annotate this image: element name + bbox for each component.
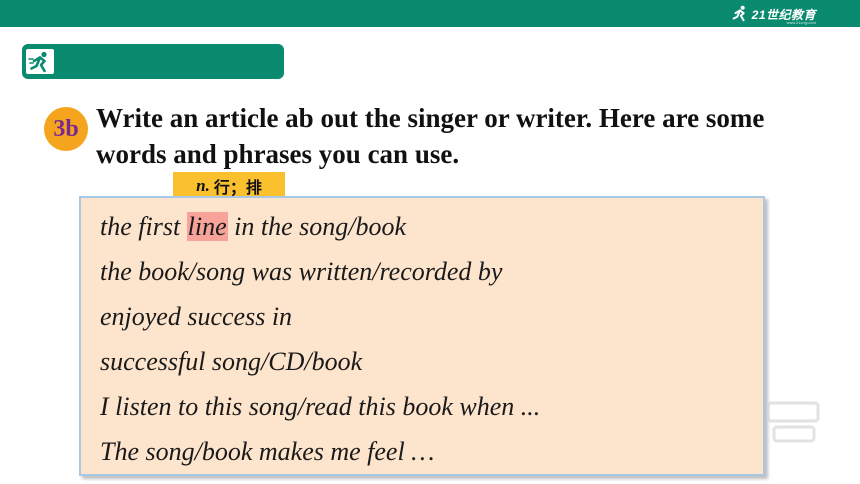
- highlighted-word: line: [186, 212, 228, 241]
- phrase-item: successful song/CD/book: [100, 347, 363, 376]
- runner-icon: [28, 51, 47, 72]
- phrase-text: in the song/book: [227, 212, 407, 241]
- brand-url: www.21cnjy.com: [786, 20, 817, 25]
- phrase-item: I listen to this song/read this book whe…: [100, 392, 541, 421]
- brand-logo: 21世纪教育 www.21cnjy.com: [731, 3, 816, 25]
- phrase-text: the first: [100, 212, 187, 241]
- gloss-part-of-speech: n.: [196, 175, 210, 195]
- vocab-gloss: n. 行；排: [173, 172, 285, 199]
- banner-icon: [24, 47, 56, 76]
- phrase-item: the book/song was written/recorded by: [100, 257, 503, 286]
- phrase-item: the first line in the song/book: [100, 208, 540, 253]
- phrase-item: enjoyed success in: [100, 302, 293, 331]
- watermark-logo: [764, 395, 824, 450]
- runner-icon: [732, 5, 745, 22]
- section-banner: [22, 44, 284, 79]
- section-badge: 3b: [44, 107, 88, 151]
- phrase-box: the first line in the song/book the book…: [79, 196, 765, 476]
- phrase-item: The song/book makes me feel …: [100, 437, 435, 466]
- gloss-meaning: 行；排: [213, 177, 262, 197]
- watermark-icon: [766, 401, 820, 443]
- top-bar: 21世纪教育 www.21cnjy.com: [0, 0, 860, 27]
- instruction-text: Write an article ab out the singer or wr…: [96, 103, 765, 169]
- phrase-list: the first line in the song/book the book…: [100, 208, 540, 478]
